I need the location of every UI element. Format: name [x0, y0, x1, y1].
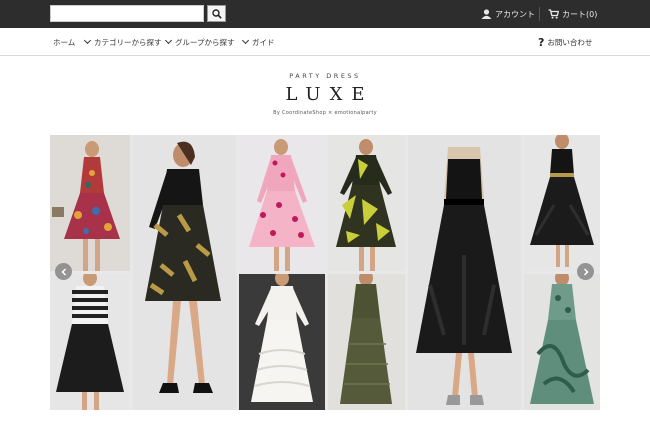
dress-image-pink-floral[interactable] [239, 135, 325, 271]
nav-home-label: ホーム [53, 37, 76, 47]
brand-title: LUXE [285, 84, 374, 105]
search-input[interactable] [50, 5, 204, 22]
chevron-right-icon [583, 267, 589, 276]
nav-category-label: カテゴリーから探す [94, 37, 162, 47]
search-button[interactable] [207, 5, 226, 22]
dress-image-black-gold[interactable] [133, 135, 236, 410]
chevron-down-icon [83, 36, 92, 45]
chevron-left-icon [60, 267, 66, 276]
user-icon [481, 9, 492, 19]
nav-category[interactable]: カテゴリーから探す [83, 28, 162, 56]
nav-contact-label: お問い合わせ [547, 37, 593, 47]
nav-contact[interactable]: ? お問い合わせ [538, 28, 592, 56]
account-label: アカウント [495, 9, 535, 19]
main-nav: ホーム カテゴリーから探す グループから探す ガイド ? お問い合わせ [0, 28, 650, 56]
question-icon: ? [538, 35, 545, 49]
carousel-next-button[interactable] [577, 263, 594, 280]
divider [539, 7, 540, 21]
nav-guide[interactable]: ガイド [241, 28, 275, 56]
dress-image-white-lace[interactable] [239, 274, 325, 410]
search-icon [211, 8, 222, 19]
nav-group[interactable]: グループから探す [164, 28, 235, 56]
cart-link[interactable]: カート(0) [548, 0, 597, 28]
cart-icon [548, 9, 559, 19]
carousel-prev-button[interactable] [55, 263, 72, 280]
top-bar: アカウント カート(0) [0, 0, 650, 28]
account-link[interactable]: アカウント [481, 0, 535, 28]
nav-home[interactable]: ホーム [53, 28, 75, 56]
dress-image-floral-red[interactable] [50, 135, 130, 271]
dress-image-olive-green[interactable] [328, 274, 405, 410]
brand-subtitle: PARTY DRESS [289, 72, 361, 80]
chevron-down-icon [241, 36, 250, 45]
nav-group-label: グループから探す [175, 37, 235, 47]
brand-byline: By CoordinateShop × emotionalparty [273, 110, 377, 116]
dress-image-teal-print[interactable] [524, 274, 600, 410]
product-gallery [50, 135, 600, 410]
chevron-down-icon [164, 36, 173, 45]
dress-image-black-chiffon[interactable] [524, 135, 600, 271]
dress-image-black-sheer[interactable] [408, 135, 521, 410]
dress-image-yellow-print[interactable] [328, 135, 405, 271]
nav-guide-label: ガイド [252, 37, 275, 47]
dress-image-striped-black[interactable] [50, 274, 130, 410]
cart-label: カート(0) [562, 9, 598, 19]
